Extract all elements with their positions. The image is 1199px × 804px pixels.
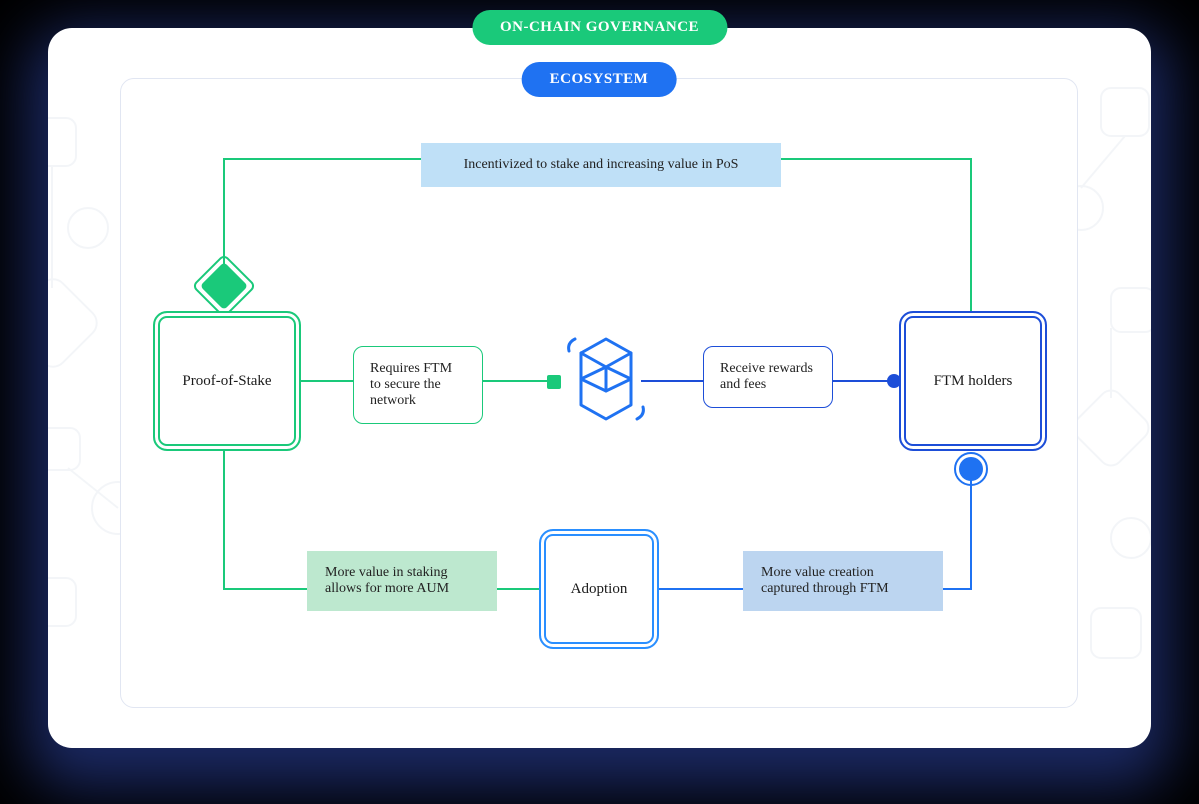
governance-pill: ON-CHAIN GOVERNANCE: [472, 10, 727, 45]
note-receive-rewards: Receive rewards and fees: [703, 346, 833, 408]
node-ftm-label: FTM holders: [934, 373, 1013, 390]
node-proof-of-stake: Proof-of-Stake: [153, 311, 301, 451]
circle-marker-icon: [959, 457, 983, 481]
node-ftm-holders: FTM holders: [899, 311, 1047, 451]
note-requires-ftm: Requires FTM to secure the network: [353, 346, 483, 424]
ecosystem-pill: ECOSYSTEM: [522, 62, 677, 97]
fantom-cube-icon: [561, 329, 651, 429]
node-adoption-label: Adoption: [571, 581, 628, 598]
diamond-marker-icon: [200, 262, 248, 310]
ecosystem-panel: ECOSYSTEM Incentivized to stake and incr…: [120, 78, 1078, 708]
label-incentivized: Incentivized to stake and increasing val…: [421, 143, 781, 187]
square-marker-icon: [547, 375, 561, 389]
node-pos-label: Proof-of-Stake: [182, 373, 271, 390]
governance-card: ON-CHAIN GOVERNANCE ECOSYSTEM Incentiviz…: [48, 28, 1151, 748]
node-adoption: Adoption: [539, 529, 659, 649]
label-value-creation: More value creation captured through FTM: [743, 551, 943, 611]
label-more-staking: More value in staking allows for more AU…: [307, 551, 497, 611]
